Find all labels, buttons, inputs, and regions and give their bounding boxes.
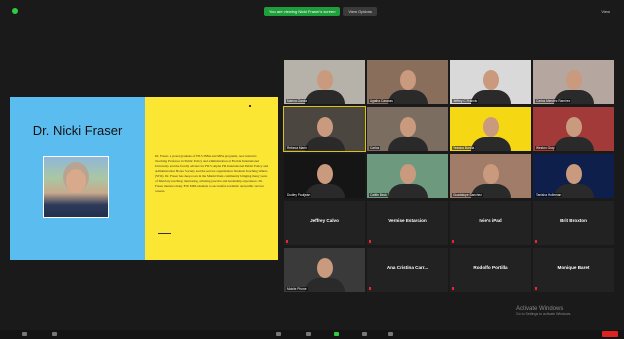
participant-body: [387, 184, 428, 198]
participant-name: Carlos Mendez Ramirez: [535, 99, 572, 103]
participant-head: [316, 164, 333, 184]
participant-tile[interactable]: Jeffrey Calvo: [284, 201, 365, 245]
participant-body: [470, 137, 511, 151]
participant-head: [482, 164, 499, 184]
participant-body: [304, 90, 345, 104]
participant-name: Weston Gray: [535, 146, 556, 150]
watermark-subtitle: Go to Settings to activate Windows.: [516, 312, 572, 316]
muted-mic-icon: [535, 287, 537, 290]
shared-screen: Dr. Nicki Fraser Dr. Fraser, a proud gra…: [10, 97, 278, 260]
participant-name: Jeffrey Calvo: [310, 218, 339, 223]
participant-tile[interactable]: Brit Broxton: [533, 201, 614, 245]
speaker-bio: Dr. Fraser, a proud graduate of FIU's BB…: [155, 154, 269, 193]
participant-tile[interactable]: Guadalupe Sanchez: [450, 154, 531, 198]
participant-tile[interactable]: Ivie's iPad: [450, 201, 531, 245]
participant-tile[interactable]: Jeffrey C Francis: [450, 60, 531, 104]
participant-name: Jeffrey C Francis: [452, 99, 479, 103]
participant-head: [482, 70, 499, 90]
view-options-button[interactable]: View Options: [343, 6, 377, 16]
participant-tile[interactable]: Rodolfo Portilla: [450, 248, 531, 292]
participant-name: Marina Garcia: [286, 99, 309, 103]
security-shield-icon[interactable]: [12, 8, 18, 14]
record-icon[interactable]: [362, 332, 367, 336]
participant-head: [482, 117, 499, 137]
chat-icon[interactable]: [306, 332, 311, 336]
participant-name: Rodolfo Portilla: [473, 265, 508, 270]
speaker-face: [66, 169, 86, 193]
participant-name: Rebeca Marin: [286, 146, 308, 150]
participant-tile[interactable]: Carlos Mendez Ramirez: [533, 60, 614, 104]
muted-mic-icon: [369, 240, 371, 243]
participant-body: [387, 137, 428, 151]
participant-name: Caitlin Beck: [369, 193, 388, 197]
participant-tile[interactable]: Marina Garcia: [284, 60, 365, 104]
meeting-top-bar: You are viewing Nicki Fraser's screen Vi…: [0, 0, 624, 20]
participant-name: Mobile Phone: [286, 287, 308, 291]
participant-head: [565, 117, 582, 137]
windows-activation-watermark: Activate Windows Go to Settings to activ…: [516, 306, 571, 316]
participant-head: [316, 258, 333, 278]
participant-name: Vernise Estarcion: [388, 218, 427, 223]
participant-head: [565, 70, 582, 90]
muted-mic-icon: [452, 240, 454, 243]
muted-mic-icon: [535, 240, 537, 243]
slide-dot: [249, 105, 251, 107]
participant-head: [399, 117, 416, 137]
participant-name: Tanisha Holleman: [535, 193, 563, 197]
slide-title: Dr. Nicki Fraser: [32, 123, 123, 138]
participant-name: Ana Cristina Carr...: [386, 265, 429, 270]
mute-icon[interactable]: [22, 332, 27, 336]
participant-tile[interactable]: Dudley Pauljean: [284, 154, 365, 198]
participant-tile[interactable]: Mobile Phone: [284, 248, 365, 292]
view-button[interactable]: View: [601, 9, 610, 14]
participant-tile[interactable]: Ana Cristina Carr...: [367, 248, 448, 292]
participant-name: Guadalupe Sanchez: [452, 193, 483, 197]
share-status-text: You are viewing Nicki Fraser's screen: [264, 6, 341, 16]
video-icon[interactable]: [52, 332, 57, 336]
participant-head: [399, 164, 416, 184]
participant-body: [304, 278, 345, 292]
screen-share-banner: You are viewing Nicki Fraser's screen Vi…: [264, 6, 377, 16]
participant-tile[interactable]: Rebeca Marin: [283, 106, 366, 152]
participant-tile[interactable]: Weston Gray: [533, 107, 614, 151]
participant-tile[interactable]: Yessica Bonilla: [450, 107, 531, 151]
participant-name: Monique Baret: [557, 265, 590, 270]
participant-head: [565, 164, 582, 184]
participant-name: Carlos: [369, 146, 381, 150]
participant-name: Brit Broxton: [560, 218, 587, 223]
participant-head: [316, 70, 333, 90]
muted-mic-icon: [452, 287, 454, 290]
participant-tile[interactable]: Vernise Estarcion: [367, 201, 448, 245]
end-meeting-button[interactable]: [602, 331, 618, 337]
slide-right-panel: Dr. Fraser, a proud graduate of FIU's BB…: [145, 97, 278, 260]
participant-name: Ivie's iPad: [479, 218, 502, 223]
participant-tile[interactable]: Caitlin Beck: [367, 154, 448, 198]
share-screen-icon[interactable]: [334, 332, 339, 336]
participant-name: Dudley Pauljean: [286, 193, 312, 197]
participant-name: Agatha Caracas: [369, 99, 394, 103]
muted-mic-icon: [369, 287, 371, 290]
participant-body: [304, 137, 345, 151]
participant-tile[interactable]: Monique Baret: [533, 248, 614, 292]
speaker-photo: [43, 156, 109, 218]
meeting-controls-bar: [0, 330, 624, 339]
participant-tile[interactable]: Tanisha Holleman: [533, 154, 614, 198]
participant-tile[interactable]: Agatha Caracas: [367, 60, 448, 104]
participant-tile[interactable]: Carlos: [367, 107, 448, 151]
participant-head: [316, 117, 333, 137]
participant-body: [553, 137, 594, 151]
participants-icon[interactable]: [276, 332, 281, 336]
slide-divider: [158, 233, 171, 234]
reactions-icon[interactable]: [388, 332, 393, 336]
participant-name: Yessica Bonilla: [452, 146, 476, 150]
slide-left-panel: Dr. Nicki Fraser: [10, 97, 145, 260]
participant-head: [399, 70, 416, 90]
muted-mic-icon: [286, 240, 288, 243]
